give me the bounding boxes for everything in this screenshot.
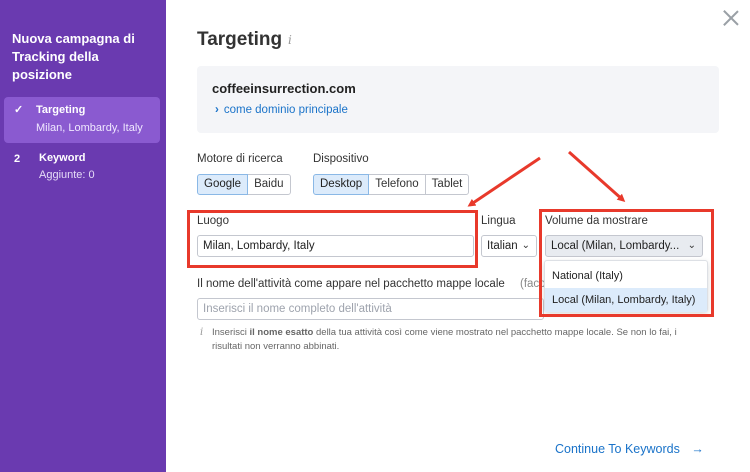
annotation-arrow-right [568,150,626,202]
device-label: Dispositivo [313,153,369,165]
main-domain-link[interactable]: › come dominio principale [215,104,348,116]
business-name-hint: i Inserisci il nome esatto della tua att… [200,326,700,354]
search-engine-toggle: Google Baidu [197,174,291,195]
info-icon[interactable]: i [288,33,292,47]
chevron-down-icon: ⌄ [687,240,696,251]
continue-label: Continue To Keywords [555,442,680,456]
check-icon: ✓ [14,104,24,116]
business-name-optional: (faco [520,278,546,290]
chevron-down-icon: ⌄ [521,240,530,251]
step-label: Targeting [36,104,86,116]
search-engine-baidu[interactable]: Baidu [247,174,291,195]
main-domain-link-label: come dominio principale [223,104,348,116]
volume-dropdown: National (Italy) Local (Milan, Lombardy,… [544,260,708,312]
volume-option-national[interactable]: National (Italy) [545,264,707,288]
device-desktop[interactable]: Desktop [313,174,370,195]
language-select[interactable]: Italian ⌄ [481,235,537,257]
arrow-right-icon: → [691,442,704,456]
chevron-right-icon: › [215,104,219,116]
hint-text-bold: il nome esatto [249,327,314,338]
annotation-arrow-left [467,156,541,207]
domain-name: coffeeinsurrection.com [212,81,356,96]
device-toggle: Desktop Telefono Tablet [313,174,470,195]
sidebar-title: Nuova campagna di Tracking della posizio… [12,31,135,82]
info-icon: i [200,327,204,338]
step-label: Keyword [39,152,86,164]
volume-option-local[interactable]: Local (Milan, Lombardy, Italy) [545,288,707,312]
search-engine-label: Motore di ricerca [197,153,283,165]
step-keyword[interactable]: 2 Keyword Aggiunte: 0 [4,147,160,187]
volume-select[interactable]: Local (Milan, Lombardy... ⌄ [545,235,703,257]
volume-label: Volume da mostrare [545,215,648,227]
language-value: Italian [487,240,518,252]
device-phone[interactable]: Telefono [368,174,426,195]
page-title: Targeting [197,29,283,50]
location-input[interactable]: Milan, Lombardy, Italy [197,235,474,257]
close-icon[interactable] [721,8,741,28]
volume-value: Local (Milan, Lombardy... [551,240,680,252]
language-label: Lingua [481,215,516,227]
business-name-input[interactable]: Inserisci il nome completo dell'attività [197,298,544,320]
search-engine-google[interactable]: Google [197,174,249,195]
step-number: 2 [14,153,21,165]
step-subtitle: Aggiunte: 0 [39,169,95,181]
continue-button[interactable]: Continue To Keywords → [555,442,704,456]
domain-box: coffeeinsurrection.com › come dominio pri… [197,66,719,133]
sidebar: Nuova campagna di Tracking della posizio… [0,0,166,472]
location-label: Luogo [197,215,229,227]
device-tablet[interactable]: Tablet [424,174,470,195]
step-subtitle: Milan, Lombardy, Italy [36,122,143,134]
hint-text-start: Inserisci [212,327,250,338]
business-name-label: Il nome dell'attività come appare nel pa… [197,278,505,290]
step-targeting[interactable]: ✓ Targeting Milan, Lombardy, Italy [4,97,160,143]
